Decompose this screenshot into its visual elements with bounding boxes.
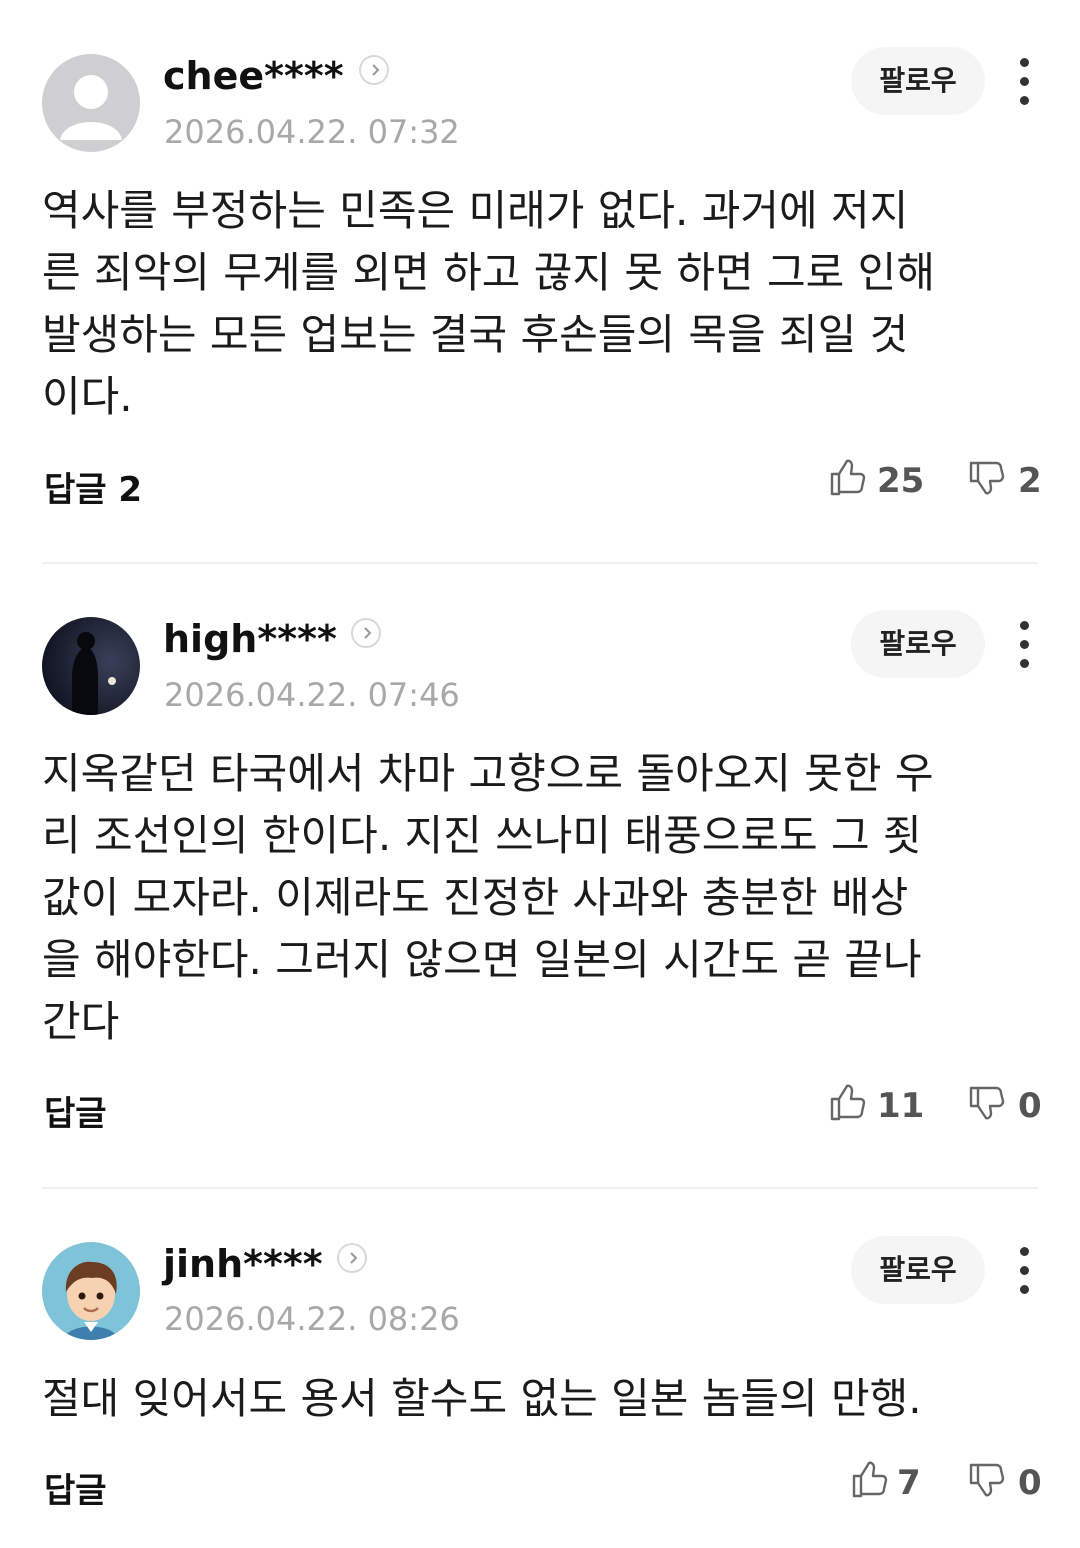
like-count: 11	[877, 1086, 925, 1126]
timestamp: 2026.04.22. 08:26	[164, 1300, 460, 1338]
avatar[interactable]	[42, 1242, 140, 1340]
comment-text: 역사를 부정하는 민족은 미래가 없다. 과거에 저지 른 죄악의 무게를 외면…	[42, 186, 935, 421]
thumbs-down-icon	[969, 1463, 1005, 1497]
reply-button[interactable]: 답글	[44, 1463, 107, 1512]
divider	[42, 562, 1038, 564]
thumbs-down-icon	[969, 461, 1005, 495]
like-count: 7	[897, 1463, 921, 1503]
comment-text: 지옥같던 타국에서 차마 고향으로 돌아오지 못한 우 리 조선인의 한이다. …	[42, 749, 934, 1046]
dislike-count: 0	[1018, 1463, 1042, 1503]
avatar[interactable]	[42, 617, 140, 715]
follow-button[interactable]: 팔로우	[851, 610, 985, 678]
comment-text: 절대 잊어서도 용서 할수도 없는 일본 놈들의 만행.	[42, 1374, 922, 1423]
dislike-count: 0	[1018, 1086, 1042, 1126]
cartoon-avatar-icon	[42, 1242, 140, 1340]
username[interactable]: high****	[163, 617, 337, 661]
thumbs-up-icon	[830, 459, 866, 496]
thumbs-up-icon	[830, 1084, 866, 1121]
thumbs-down-icon	[969, 1086, 1005, 1120]
more-options-icon[interactable]	[1014, 619, 1036, 673]
chevron-right-icon[interactable]	[337, 1243, 367, 1273]
avatar[interactable]	[42, 54, 140, 152]
timestamp: 2026.04.22. 07:46	[164, 676, 460, 714]
dislike-count: 2	[1018, 461, 1042, 501]
default-user-icon	[42, 54, 140, 152]
username[interactable]: jinh****	[163, 1242, 323, 1286]
timestamp: 2026.04.22. 07:32	[164, 113, 460, 151]
username[interactable]: chee****	[163, 54, 344, 98]
like-count: 25	[877, 461, 925, 501]
follow-button[interactable]: 팔로우	[851, 47, 985, 115]
profile-photo-icon	[42, 617, 140, 715]
chevron-right-icon[interactable]	[351, 618, 381, 648]
reply-button[interactable]: 답글 2	[44, 462, 142, 511]
more-options-icon[interactable]	[1014, 56, 1036, 110]
follow-button[interactable]: 팔로우	[851, 1236, 985, 1304]
chevron-right-icon[interactable]	[359, 55, 389, 85]
more-options-icon[interactable]	[1014, 1245, 1036, 1299]
thumbs-up-icon	[852, 1461, 888, 1498]
divider	[42, 1187, 1038, 1189]
reply-button[interactable]: 답글	[44, 1086, 107, 1135]
